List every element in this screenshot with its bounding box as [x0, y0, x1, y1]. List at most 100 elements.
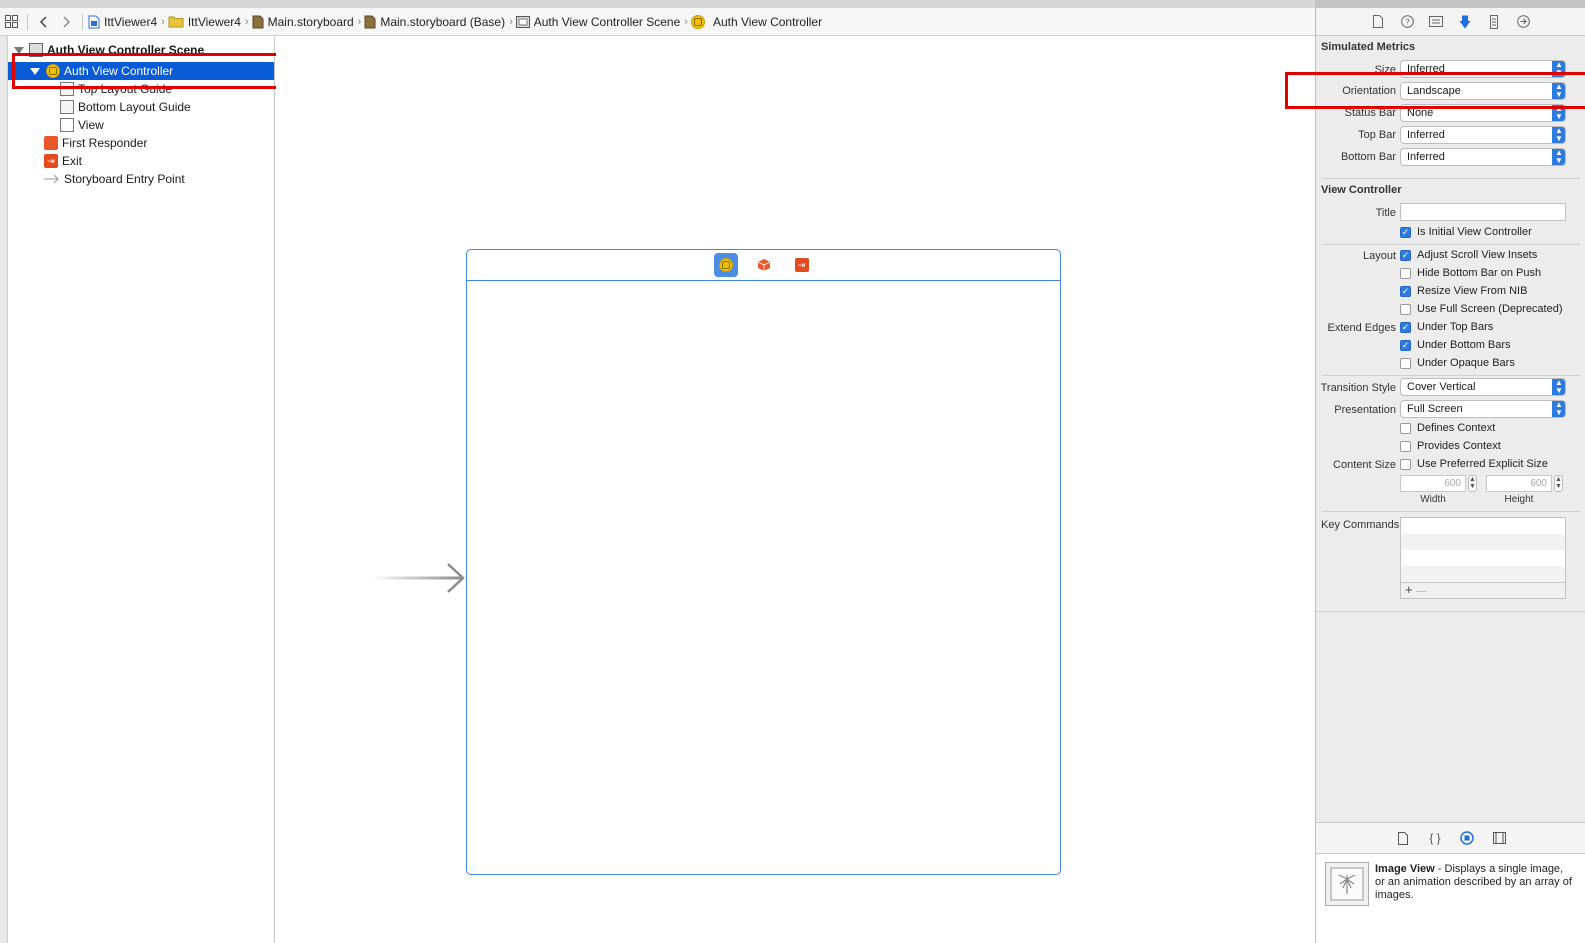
width-caption: Width	[1420, 494, 1446, 505]
divider	[1322, 244, 1580, 245]
chevron-right-icon: ›	[161, 15, 165, 28]
transition-style-popup[interactable]: Cover Vertical ▲ ▼	[1400, 378, 1566, 396]
outline-entry-point-row[interactable]: Storyboard Entry Point	[8, 170, 274, 188]
under-top-bars-checkbox[interactable]: ✓ Under Top Bars	[1400, 321, 1493, 333]
file-template-library-icon[interactable]	[1395, 830, 1411, 846]
file-inspector-icon[interactable]	[1370, 14, 1386, 30]
back-arrow-icon[interactable]	[33, 11, 55, 33]
under-opaque-bars-checkbox[interactable]: Under Opaque Bars	[1400, 357, 1515, 369]
breadcrumb-label: IttViewer4	[104, 14, 158, 29]
title-field[interactable]	[1400, 203, 1566, 221]
table-row	[1401, 534, 1565, 550]
table-row	[1401, 566, 1565, 582]
height-stepper[interactable]: ▲ ▼	[1554, 475, 1563, 492]
breadcrumb-storyboard[interactable]: Main.storyboard ›	[252, 15, 362, 29]
checkbox-label: Provides Context	[1417, 440, 1501, 452]
code-snippet-library-icon[interactable]: { }	[1427, 830, 1443, 846]
provides-context-checkbox[interactable]: Provides Context	[1400, 440, 1501, 452]
popup-value: Inferred	[1407, 129, 1445, 141]
section-title: Simulated Metrics	[1321, 41, 1416, 53]
popup-arrows-icon: ▲ ▼	[1552, 149, 1565, 165]
dock-view-controller[interactable]	[713, 253, 738, 277]
breadcrumb-view-controller[interactable]: Auth View Controller	[690, 14, 823, 29]
popup-arrows-icon: ▲ ▼	[1552, 401, 1565, 417]
add-button[interactable]: +	[1405, 582, 1413, 597]
breadcrumb-scene[interactable]: Auth View Controller Scene ›	[515, 14, 688, 29]
storyboard-canvas[interactable]: ⇥	[276, 36, 1315, 943]
breadcrumb-label: Auth View Controller	[712, 14, 823, 29]
divider	[1316, 611, 1585, 612]
remove-button[interactable]: —	[1416, 586, 1426, 597]
width-stepper[interactable]: ▲ ▼	[1468, 475, 1477, 492]
layout-guide-icon	[60, 100, 74, 114]
under-bottom-bars-checkbox[interactable]: ✓ Under Bottom Bars	[1400, 339, 1511, 351]
connections-inspector-icon[interactable]	[1515, 14, 1531, 30]
checkbox-label: Under Top Bars	[1417, 321, 1494, 333]
divider	[1322, 511, 1580, 512]
resize-from-nib-checkbox[interactable]: ✓ Resize View From NIB	[1400, 285, 1527, 297]
view-controller-scene[interactable]: ⇥	[466, 249, 1061, 875]
window-top-strip	[0, 0, 1585, 8]
checkbox-checked-icon: ✓	[1400, 226, 1411, 238]
checkbox-label: Under Bottom Bars	[1417, 339, 1511, 351]
checkbox-label: Defines Context	[1417, 422, 1496, 434]
use-preferred-size-checkbox[interactable]: Use Preferred Explicit Size	[1400, 458, 1548, 470]
adjust-scroll-insets-checkbox[interactable]: ✓ Adjust Scroll View Insets	[1400, 249, 1537, 261]
breadcrumb-label: Main.storyboard (Base)	[380, 14, 506, 29]
size-inspector-icon[interactable]	[1486, 14, 1502, 30]
key-commands-table[interactable]: + —	[1400, 517, 1566, 599]
exit-icon: ⇥	[794, 258, 809, 272]
bottom-bar-label: Bottom Bar	[1340, 151, 1396, 163]
checkbox-icon	[1400, 440, 1411, 452]
chevron-right-icon: ›	[684, 15, 688, 28]
window-top-strip-right	[1315, 0, 1585, 8]
breadcrumb-folder[interactable]: IttViewer4 ›	[168, 15, 249, 29]
checkbox-icon	[1400, 422, 1411, 434]
left-edge-gutter	[0, 36, 8, 943]
forward-arrow-icon[interactable]	[55, 11, 77, 33]
quick-help-icon[interactable]: ?	[1399, 14, 1415, 30]
first-responder-icon	[44, 136, 58, 150]
hide-bottom-bar-checkbox[interactable]: Hide Bottom Bar on Push	[1400, 267, 1541, 279]
top-bar-popup[interactable]: Inferred ▲ ▼	[1400, 126, 1566, 144]
library-item-name: Image View	[1375, 863, 1435, 875]
is-initial-checkbox[interactable]: ✓ Is Initial View Controller	[1400, 226, 1532, 238]
defines-context-checkbox[interactable]: Defines Context	[1400, 422, 1495, 434]
layout-label: Layout	[1362, 250, 1396, 262]
dock-first-responder[interactable]	[752, 253, 776, 277]
breadcrumb-label: Auth View Controller Scene	[533, 14, 681, 29]
media-library-icon[interactable]	[1491, 830, 1507, 846]
related-items-icon[interactable]	[0, 11, 22, 33]
checkbox-label: Under Opaque Bars	[1417, 357, 1515, 369]
checkbox-label: Adjust Scroll View Insets	[1417, 249, 1538, 261]
first-responder-icon	[757, 259, 770, 271]
breadcrumb-storyboard-base[interactable]: Main.storyboard (Base) ›	[364, 14, 513, 29]
view-controller-icon	[690, 14, 705, 29]
popup-arrows-icon: ▲ ▼	[1552, 127, 1565, 143]
outline-exit-row[interactable]: ⇥ Exit	[8, 152, 274, 170]
library-item-image-view[interactable]: Image View - Displays a single image, or…	[1316, 854, 1585, 943]
project-file-icon	[88, 15, 100, 28]
entry-point-arrow[interactable]	[370, 563, 465, 593]
identity-inspector-icon[interactable]	[1428, 14, 1444, 30]
presentation-popup[interactable]: Full Screen ▲ ▼	[1400, 400, 1566, 418]
outline-bottom-layout-guide-row[interactable]: Bottom Layout Guide	[8, 98, 274, 116]
object-library-icon[interactable]	[1459, 830, 1475, 846]
storyboard-file-icon	[364, 15, 376, 28]
breadcrumb-project[interactable]: IttViewer4 ›	[88, 15, 165, 29]
use-full-screen-checkbox[interactable]: Use Full Screen (Deprecated)	[1400, 303, 1563, 315]
checkbox-label: Use Preferred Explicit Size	[1417, 458, 1548, 470]
image-view-icon	[1325, 862, 1369, 906]
checkbox-checked-icon: ✓	[1400, 285, 1411, 297]
attributes-inspector-icon[interactable]	[1457, 14, 1473, 30]
chevron-right-icon: ›	[357, 15, 362, 28]
outline-first-responder-row[interactable]: First Responder	[8, 134, 274, 152]
bottom-bar-popup[interactable]: Inferred ▲ ▼	[1400, 148, 1566, 166]
dock-exit[interactable]: ⇥	[790, 253, 814, 277]
popup-value: Full Screen	[1407, 403, 1463, 415]
outline-view-row[interactable]: View	[8, 116, 274, 134]
scene-icon	[515, 15, 530, 28]
popup-value: Cover Vertical	[1407, 381, 1476, 393]
width-field[interactable]: 600	[1400, 475, 1466, 492]
height-field[interactable]: 600	[1486, 475, 1552, 492]
